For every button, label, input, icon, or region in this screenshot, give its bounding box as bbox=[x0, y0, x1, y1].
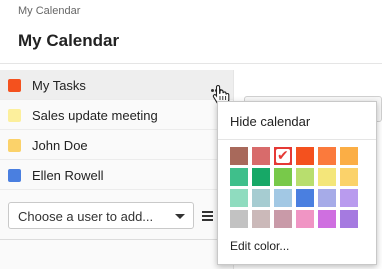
color-option[interactable] bbox=[274, 210, 292, 228]
color-option[interactable] bbox=[296, 147, 314, 165]
color-option[interactable]: ✔ bbox=[274, 147, 292, 165]
color-option[interactable] bbox=[274, 168, 292, 186]
divider bbox=[0, 239, 234, 240]
hide-calendar-item[interactable]: Hide calendar bbox=[230, 114, 310, 129]
color-option[interactable] bbox=[252, 189, 270, 207]
calendar-item-sales-update-meeting[interactable]: Sales update meeting bbox=[0, 100, 233, 130]
calendar-item-ellen-rowell[interactable]: Ellen Rowell bbox=[0, 160, 233, 190]
color-option[interactable] bbox=[230, 168, 248, 186]
divider bbox=[218, 139, 376, 140]
color-option[interactable] bbox=[296, 168, 314, 186]
color-option[interactable] bbox=[230, 147, 248, 165]
checkmark-icon: ✔ bbox=[277, 148, 289, 164]
header: My Calendar My Calendar bbox=[0, 0, 382, 64]
color-option[interactable] bbox=[230, 210, 248, 228]
calendar-label: My Tasks bbox=[32, 78, 86, 93]
calendar-color-swatch bbox=[8, 79, 21, 92]
color-option[interactable] bbox=[340, 189, 358, 207]
caret-down-icon bbox=[175, 214, 185, 219]
color-option[interactable] bbox=[318, 210, 336, 228]
list-icon[interactable] bbox=[196, 202, 218, 229]
page-title: My Calendar bbox=[18, 31, 120, 50]
color-option[interactable] bbox=[252, 147, 270, 165]
calendar-item-my-tasks[interactable]: My Tasks bbox=[0, 70, 233, 100]
color-option[interactable] bbox=[296, 210, 314, 228]
add-user-placeholder: Choose a user to add... bbox=[18, 209, 154, 224]
calendar-item-john-doe[interactable]: John Doe bbox=[0, 130, 233, 160]
color-option[interactable] bbox=[318, 189, 336, 207]
color-option[interactable] bbox=[252, 210, 270, 228]
color-option[interactable] bbox=[340, 210, 358, 228]
color-option[interactable] bbox=[318, 147, 336, 165]
color-option[interactable] bbox=[230, 189, 248, 207]
calendar-color-swatch bbox=[8, 169, 21, 182]
add-user-select[interactable]: Choose a user to add... bbox=[8, 202, 194, 229]
calendar-color-swatch bbox=[8, 109, 21, 122]
calendar-options-popup: Hide calendar ✔ Edit color... bbox=[217, 101, 377, 265]
color-option[interactable] bbox=[274, 189, 292, 207]
color-option[interactable] bbox=[340, 168, 358, 186]
color-option[interactable] bbox=[296, 189, 314, 207]
calendar-color-swatch bbox=[8, 139, 21, 152]
calendar-label: Ellen Rowell bbox=[32, 168, 104, 183]
color-option[interactable] bbox=[252, 168, 270, 186]
calendar-label: John Doe bbox=[32, 138, 88, 153]
breadcrumb[interactable]: My Calendar bbox=[18, 5, 80, 17]
color-option[interactable] bbox=[340, 147, 358, 165]
color-option[interactable] bbox=[318, 168, 336, 186]
edit-color-item[interactable]: Edit color... bbox=[230, 239, 289, 253]
calendar-label: Sales update meeting bbox=[32, 108, 158, 123]
